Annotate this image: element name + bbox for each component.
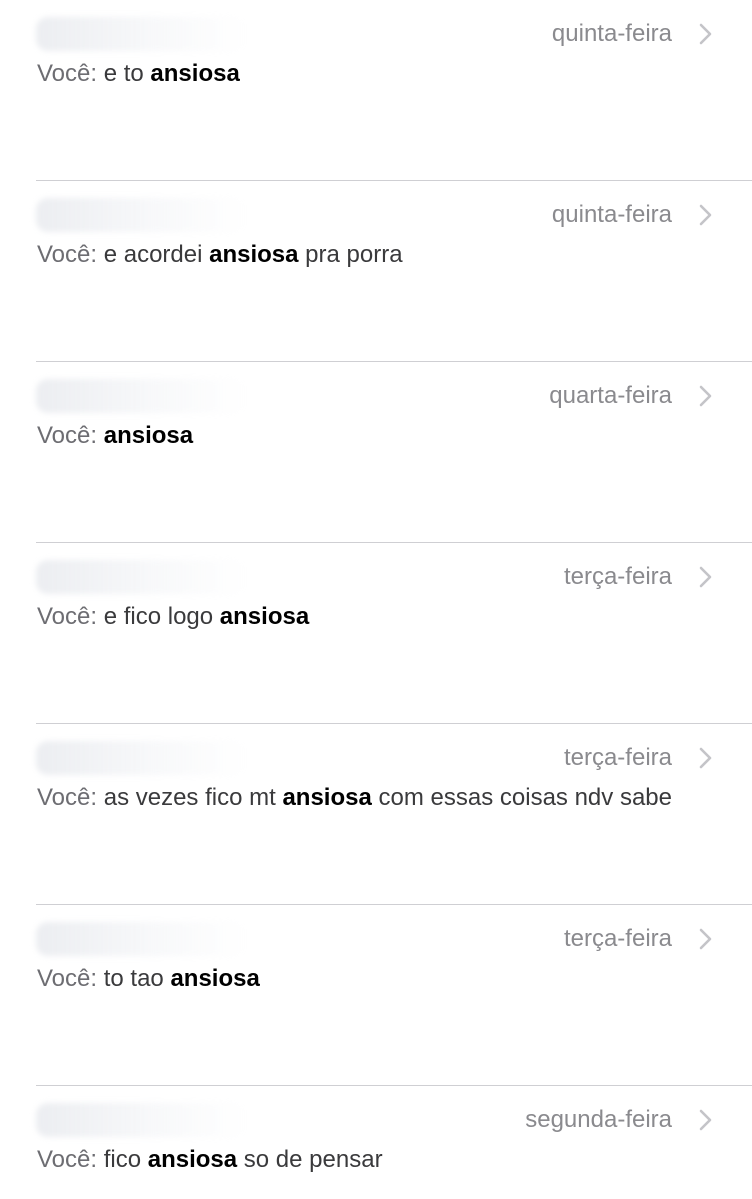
message-date: segunda-feira [525, 1106, 672, 1133]
row-divider [36, 180, 752, 181]
chevron-right-icon [694, 383, 716, 409]
preview-text-before: e fico logo [103, 603, 220, 630]
row-divider [36, 1085, 752, 1086]
chevron-right-icon [694, 564, 716, 590]
chevron-right-icon [694, 745, 716, 771]
message-preview: Você: as vezes fico mt ansiosa com essas… [37, 780, 677, 816]
sender-name-redacted [36, 560, 246, 594]
message-preview: Você: e to ansiosa [37, 56, 677, 92]
message-date: quarta-feira [549, 382, 672, 409]
search-keyword-highlight: ansiosa [147, 1146, 238, 1173]
message-preview: Você: ansiosa [37, 418, 677, 454]
message-result-row[interactable]: quarta-feira Você: ansiosa [0, 361, 752, 542]
search-results-list: quinta-feira Você: e to ansiosa quinta-f… [0, 0, 752, 1199]
message-result-row[interactable]: quinta-feira Você: e to ansiosa [0, 0, 752, 180]
preview-text-after: com essas coisas ndv sabe [371, 784, 672, 811]
preview-text-before: e acordei [103, 241, 210, 268]
sender-name-redacted [36, 922, 246, 956]
row-divider [36, 542, 752, 543]
you-label: Você: [37, 965, 98, 992]
you-label: Você: [37, 1146, 98, 1173]
row-divider [36, 361, 752, 362]
sender-name-redacted [36, 198, 246, 232]
search-keyword-highlight: ansiosa [219, 603, 310, 630]
preview-text-after: pra porra [298, 241, 403, 268]
chevron-right-icon [694, 21, 716, 47]
search-keyword-highlight: ansiosa [209, 241, 299, 268]
message-preview: Você: fico ansiosa so de pensar [37, 1142, 677, 1178]
you-label: Você: [37, 241, 98, 268]
message-result-row[interactable]: quinta-feira Você: e acordei ansiosa pra… [0, 180, 752, 361]
chevron-right-icon [694, 926, 716, 952]
message-result-row[interactable]: terça-feira Você: e fico logo ansiosa [0, 542, 752, 723]
sender-name-redacted [36, 741, 246, 775]
search-keyword-highlight: ansiosa [170, 965, 260, 992]
preview-text-before: fico [103, 1146, 148, 1173]
row-divider [36, 904, 752, 905]
sender-name-redacted [36, 379, 246, 413]
you-label: Você: [37, 60, 98, 87]
message-date: terça-feira [563, 563, 672, 590]
message-date: terça-feira [563, 744, 672, 771]
preview-text-after: so de pensar [237, 1146, 383, 1173]
message-date: terça-feira [563, 925, 672, 952]
message-date: quinta-feira [551, 20, 672, 47]
search-keyword-highlight: ansiosa [103, 422, 194, 449]
chevron-right-icon [694, 1107, 716, 1133]
chevron-right-icon [694, 202, 716, 228]
message-result-row[interactable]: terça-feira Você: as vezes fico mt ansio… [0, 723, 752, 904]
preview-text-before: as vezes fico mt [103, 784, 283, 811]
sender-name-redacted [36, 1103, 246, 1137]
preview-text-before: e to [103, 60, 151, 87]
you-label: Você: [37, 603, 98, 630]
message-result-row[interactable]: segunda-feira Você: fico ansiosa so de p… [0, 1085, 752, 1199]
you-label: Você: [37, 422, 98, 449]
message-preview: Você: e fico logo ansiosa [37, 599, 677, 635]
message-preview: Você: e acordei ansiosa pra porra [37, 237, 677, 273]
sender-name-redacted [36, 17, 246, 51]
row-divider [36, 723, 752, 724]
message-result-row[interactable]: terça-feira Você: to tao ansiosa [0, 904, 752, 1085]
message-date: quinta-feira [551, 201, 672, 228]
search-keyword-highlight: ansiosa [282, 784, 372, 811]
message-preview: Você: to tao ansiosa [37, 961, 677, 997]
preview-text-before: to tao [103, 965, 171, 992]
search-keyword-highlight: ansiosa [150, 60, 240, 87]
you-label: Você: [37, 784, 98, 811]
